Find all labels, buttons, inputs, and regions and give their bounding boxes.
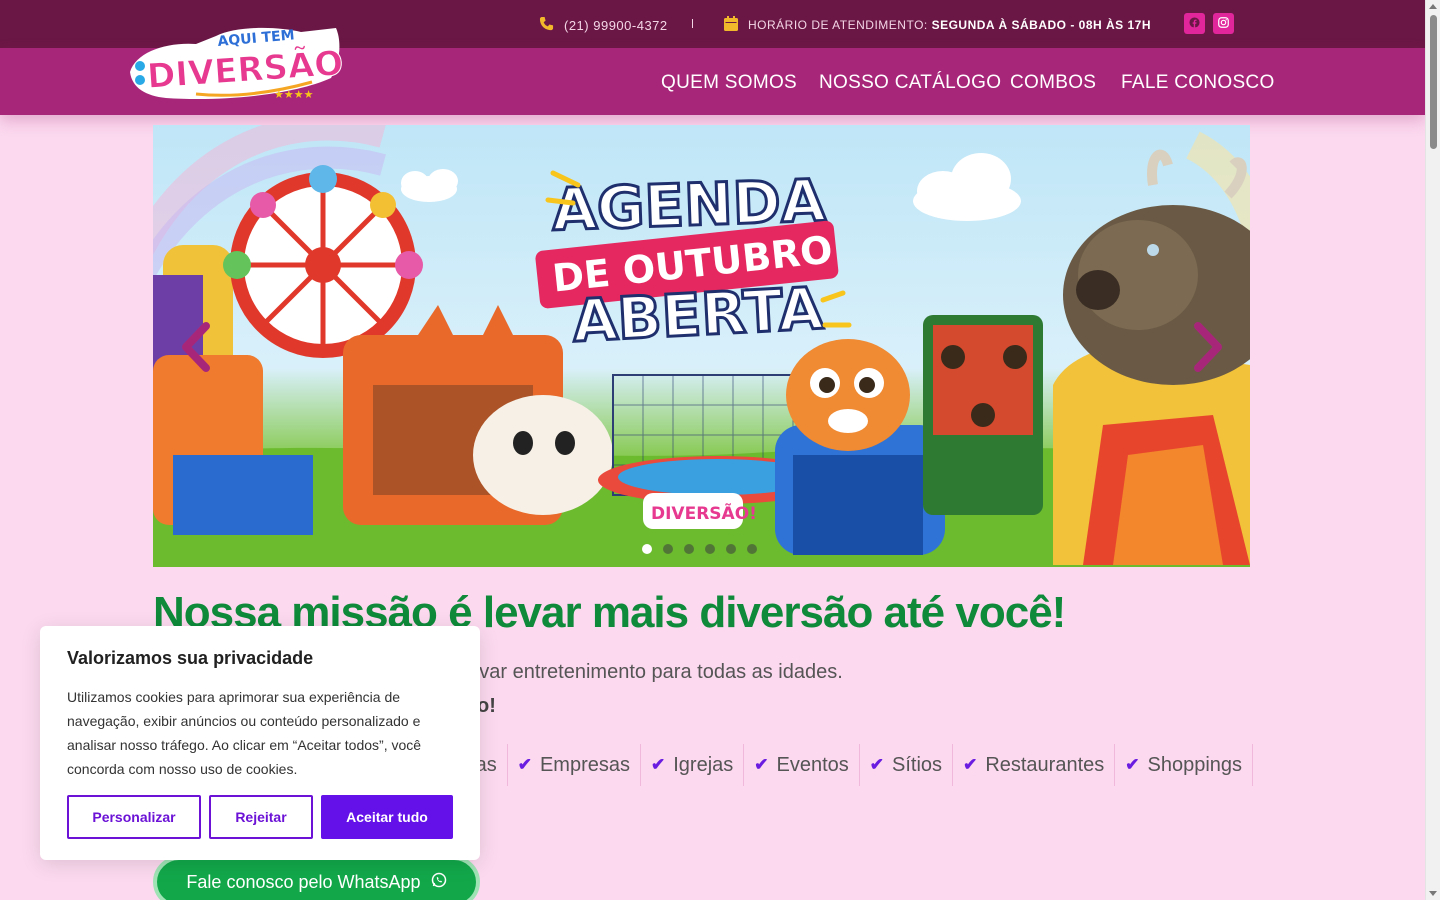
venue-item: ✔ Sítios bbox=[860, 744, 954, 786]
venue-item: ✔ Restaurantes bbox=[953, 744, 1116, 786]
hero-slider: DIVERSÃO! AGENDA DE OUTUBRO ABERTA bbox=[153, 125, 1250, 567]
slider-dot[interactable] bbox=[663, 544, 673, 554]
cookie-customize-button[interactable]: Personalizar bbox=[67, 795, 201, 839]
instagram-icon bbox=[1218, 15, 1229, 33]
calendar-icon bbox=[724, 16, 738, 34]
scroll-thumb[interactable] bbox=[1430, 15, 1437, 149]
venue-list: scolas ✔Empresas ✔Igrejas ✔Eventos ✔Síti… bbox=[440, 744, 1254, 786]
check-icon: ✔ bbox=[1125, 755, 1140, 774]
slider-dot[interactable] bbox=[684, 544, 694, 554]
check-icon: ✔ bbox=[650, 755, 666, 774]
hero-logo-text: DIVERSÃO! bbox=[651, 501, 757, 524]
facebook-link[interactable] bbox=[1184, 13, 1205, 34]
chevron-left-icon bbox=[178, 322, 214, 376]
venue-item: ✔ Igrejas bbox=[641, 744, 745, 786]
scroll-down-arrow-icon[interactable] bbox=[1429, 891, 1437, 896]
cloud bbox=[401, 169, 458, 202]
scroll-up-arrow-icon[interactable] bbox=[1429, 4, 1437, 9]
nav-quem-somos[interactable]: QUEM SOMOS bbox=[661, 72, 797, 94]
nav-nosso-catalogo[interactable]: NOSSO CATÁLOGO bbox=[819, 72, 1001, 94]
check-icon: ✔ bbox=[963, 755, 978, 774]
phone-number[interactable]: (21) 99900-4372 bbox=[564, 18, 668, 33]
whatsapp-label: Fale conosco pelo WhatsApp bbox=[186, 871, 421, 892]
slider-dot[interactable] bbox=[726, 544, 736, 554]
top-separator bbox=[692, 19, 693, 28]
check-icon: ✔ bbox=[869, 755, 885, 774]
cloud bbox=[913, 153, 1021, 221]
venue-item: ✔ Empresas bbox=[508, 744, 641, 786]
top-phone[interactable]: (21) 99900-4372 bbox=[539, 16, 668, 34]
check-icon: ✔ bbox=[517, 755, 532, 774]
slider-dots bbox=[642, 544, 757, 554]
cookie-reject-button[interactable]: Rejeitar bbox=[209, 795, 313, 839]
nav-combos[interactable]: COMBOS bbox=[1010, 72, 1096, 94]
facebook-icon bbox=[1189, 15, 1200, 33]
slider-dot[interactable] bbox=[642, 544, 652, 554]
logo-stars: ★★★★ bbox=[274, 88, 314, 101]
chevron-right-icon bbox=[1190, 322, 1226, 376]
mission-description: e levar entretenimento para todas as ida… bbox=[447, 661, 843, 683]
slider-prev-button[interactable] bbox=[178, 322, 214, 372]
cookie-accept-button[interactable]: Aceitar tudo bbox=[321, 795, 453, 839]
hours-value: SEGUNDA À SÁBADO - 08H ÀS 17H bbox=[931, 18, 1152, 32]
hero-headline-3: ABERTA bbox=[571, 274, 825, 355]
business-hours: HORÁRIO DE ATENDIMENTO: SEGUNDA À SÁBADO… bbox=[724, 16, 1151, 34]
venue-item: ✔ Eventos bbox=[744, 744, 860, 786]
phone-icon bbox=[539, 16, 554, 34]
whatsapp-icon bbox=[431, 872, 447, 893]
venue-item: ✔ Shoppings bbox=[1115, 744, 1254, 786]
cookie-consent-dialog: Valorizamos sua privacidade Utilizamos c… bbox=[40, 626, 480, 860]
slider-dot[interactable] bbox=[747, 544, 757, 554]
slider-dot[interactable] bbox=[705, 544, 715, 554]
check-icon: ✔ bbox=[754, 755, 769, 774]
slider-next-button[interactable] bbox=[1190, 322, 1226, 372]
nav-fale-conosco[interactable]: FALE CONOSCO bbox=[1121, 72, 1275, 94]
cookie-title: Valorizamos sua privacidade bbox=[67, 648, 314, 668]
cookie-body: Utilizamos cookies para aprimorar sua ex… bbox=[67, 689, 422, 777]
hero-slide-image: DIVERSÃO! AGENDA DE OUTUBRO ABERTA bbox=[153, 125, 1250, 567]
site-logo[interactable]: AQUI TEM DIVERSÃO! ★★★★ bbox=[126, 22, 360, 102]
instagram-link[interactable] bbox=[1213, 13, 1234, 34]
whatsapp-button[interactable]: Fale conosco pelo WhatsApp bbox=[153, 856, 480, 900]
page-scrollbar[interactable] bbox=[1425, 0, 1440, 900]
hours-label: HORÁRIO DE ATENDIMENTO: bbox=[748, 18, 928, 32]
